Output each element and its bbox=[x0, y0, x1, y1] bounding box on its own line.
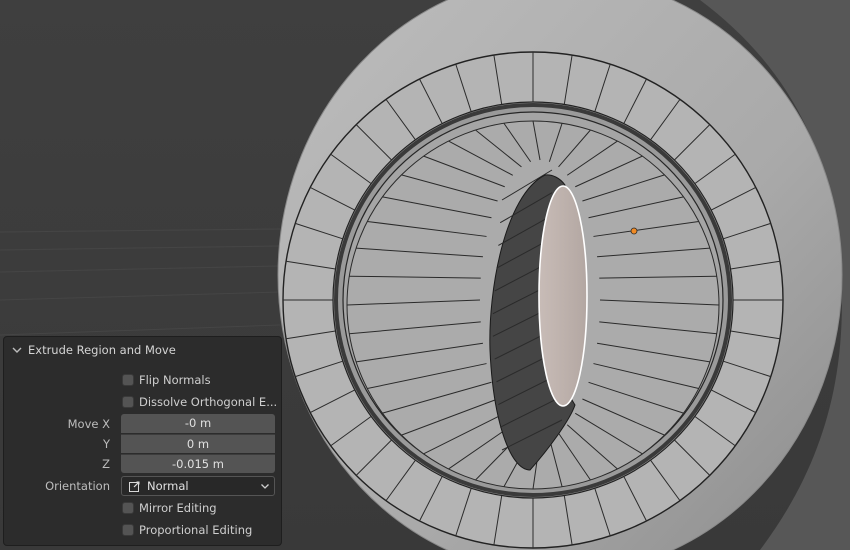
flip-normals-label: Flip Normals bbox=[139, 373, 211, 387]
orientation-normal-icon bbox=[129, 481, 140, 492]
mirror-editing-row: Mirror Editing bbox=[4, 498, 281, 518]
hole-face bbox=[538, 185, 588, 407]
orientation-dropdown[interactable]: Normal bbox=[121, 476, 275, 496]
panel-header[interactable]: Extrude Region and Move bbox=[4, 337, 281, 363]
move-z-field[interactable]: -0.015 m bbox=[121, 454, 275, 473]
move-x-row: Move X -0 m bbox=[4, 414, 281, 434]
orientation-value: Normal bbox=[147, 479, 189, 493]
move-y-label: Y bbox=[102, 437, 110, 451]
operator-redo-panel: Extrude Region and Move Flip Normals Dis… bbox=[3, 336, 282, 546]
orientation-row: Orientation Normal bbox=[4, 476, 281, 496]
flip-normals-checkbox[interactable]: Flip Normals bbox=[122, 373, 211, 387]
proportional-editing-checkbox[interactable]: Proportional Editing bbox=[122, 523, 252, 537]
chevron-down-icon bbox=[261, 484, 269, 489]
mirror-editing-checkbox[interactable]: Mirror Editing bbox=[122, 501, 217, 515]
flip-normals-row: Flip Normals bbox=[4, 370, 281, 390]
checkbox-box bbox=[122, 396, 134, 408]
proportional-editing-row: Proportional Editing bbox=[4, 520, 281, 540]
checkbox-box bbox=[122, 502, 134, 514]
chevron-down-icon bbox=[12, 347, 22, 353]
move-y-field[interactable]: 0 m bbox=[121, 434, 275, 453]
checkbox-box bbox=[122, 524, 134, 536]
dissolve-row: Dissolve Orthogonal E... bbox=[4, 392, 281, 412]
dissolve-orthogonal-checkbox[interactable]: Dissolve Orthogonal E... bbox=[122, 395, 277, 409]
orientation-label: Orientation bbox=[45, 479, 110, 493]
move-x-label: Move X bbox=[67, 417, 110, 431]
move-z-row: Z -0.015 m bbox=[4, 454, 281, 474]
panel-title: Extrude Region and Move bbox=[28, 343, 176, 357]
move-z-label: Z bbox=[102, 457, 110, 471]
proportional-editing-label: Proportional Editing bbox=[139, 523, 253, 537]
move-y-row: Y 0 m bbox=[4, 434, 281, 454]
object-origin-dot bbox=[630, 227, 638, 235]
dissolve-orthogonal-label: Dissolve Orthogonal E... bbox=[139, 395, 278, 409]
move-x-field[interactable]: -0 m bbox=[121, 414, 275, 433]
checkbox-box bbox=[122, 374, 134, 386]
mirror-editing-label: Mirror Editing bbox=[139, 501, 217, 515]
